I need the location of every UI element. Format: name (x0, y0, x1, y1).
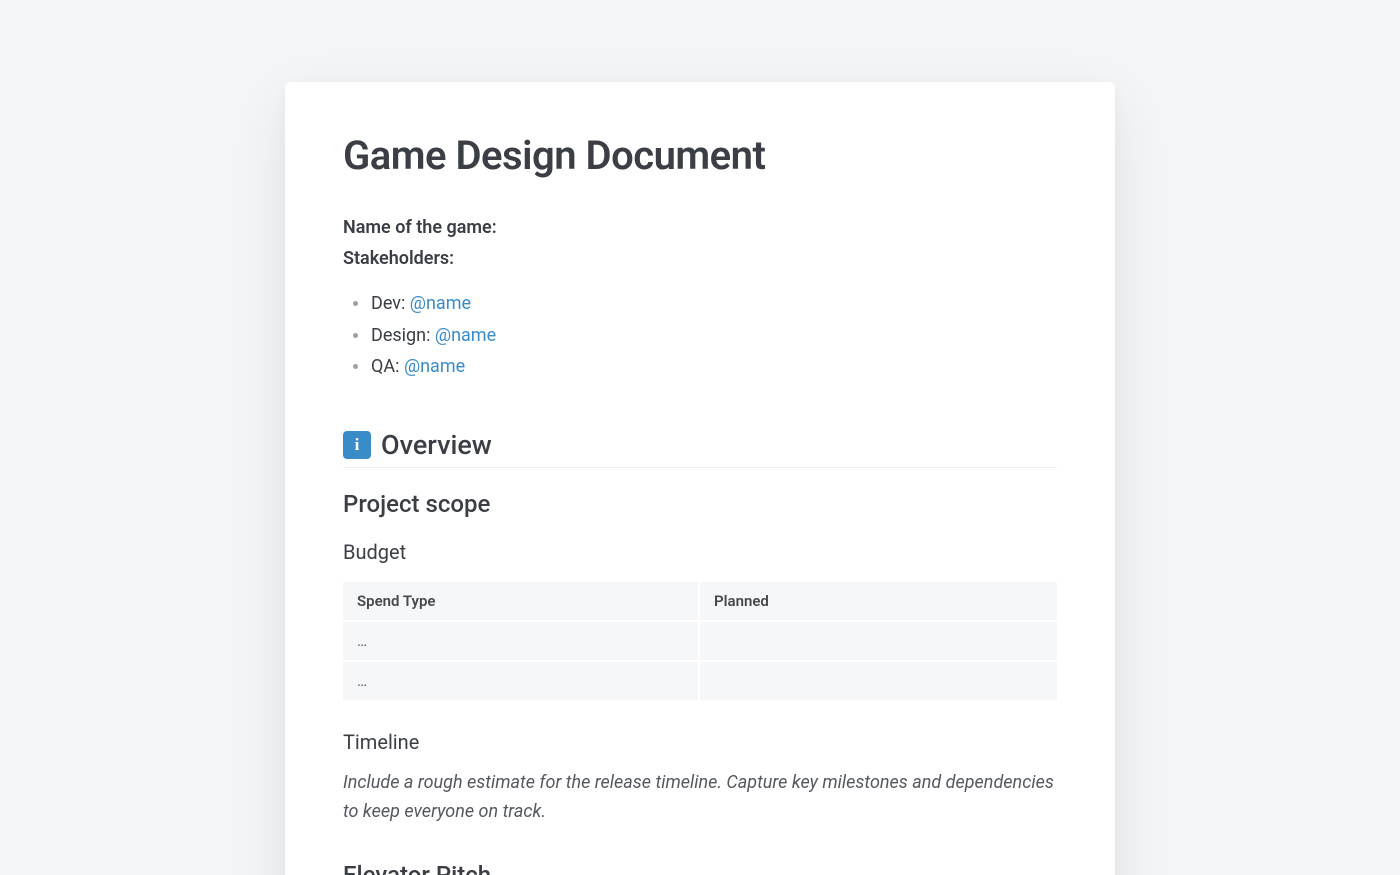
cell-spend-type[interactable]: … (343, 622, 700, 660)
stakeholders-label: Stakeholders: (343, 244, 1057, 275)
stakeholder-role: Dev: (371, 293, 410, 314)
overview-section: i Overview Project scope Budget Spend Ty… (343, 429, 1057, 875)
timeline-heading: Timeline (343, 730, 1057, 754)
mention-link[interactable]: @name (404, 356, 465, 377)
timeline-note: Include a rough estimate for the release… (343, 768, 1057, 827)
stakeholders-list: Dev: @name Design: @name QA: @name (353, 288, 1057, 383)
cell-planned[interactable] (700, 622, 1057, 660)
page-title: Game Design Document (343, 132, 1057, 179)
col-planned: Planned (700, 582, 1057, 620)
table-row: … (343, 662, 1057, 700)
stakeholder-role: QA: (371, 356, 404, 377)
project-scope-heading: Project scope (343, 490, 1057, 518)
info-icon: i (343, 431, 371, 459)
elevator-pitch-heading: Elevator Pitch (343, 861, 1057, 875)
table-header-row: Spend Type Planned (343, 582, 1057, 620)
list-item: Dev: @name (353, 288, 1057, 320)
section-header: i Overview (343, 429, 1057, 468)
budget-table: Spend Type Planned … … (343, 580, 1057, 702)
mention-link[interactable]: @name (435, 325, 496, 346)
cell-planned[interactable] (700, 662, 1057, 700)
mention-link[interactable]: @name (410, 293, 471, 314)
stakeholder-role: Design: (371, 325, 435, 346)
list-item: QA: @name (353, 351, 1057, 383)
col-spend-type: Spend Type (343, 582, 700, 620)
list-item: Design: @name (353, 320, 1057, 352)
document-page: Game Design Document Name of the game: S… (285, 82, 1115, 875)
budget-heading: Budget (343, 540, 1057, 564)
cell-spend-type[interactable]: … (343, 662, 700, 700)
table-row: … (343, 622, 1057, 660)
section-title: Overview (381, 429, 492, 461)
name-of-game-label: Name of the game: (343, 213, 1057, 244)
